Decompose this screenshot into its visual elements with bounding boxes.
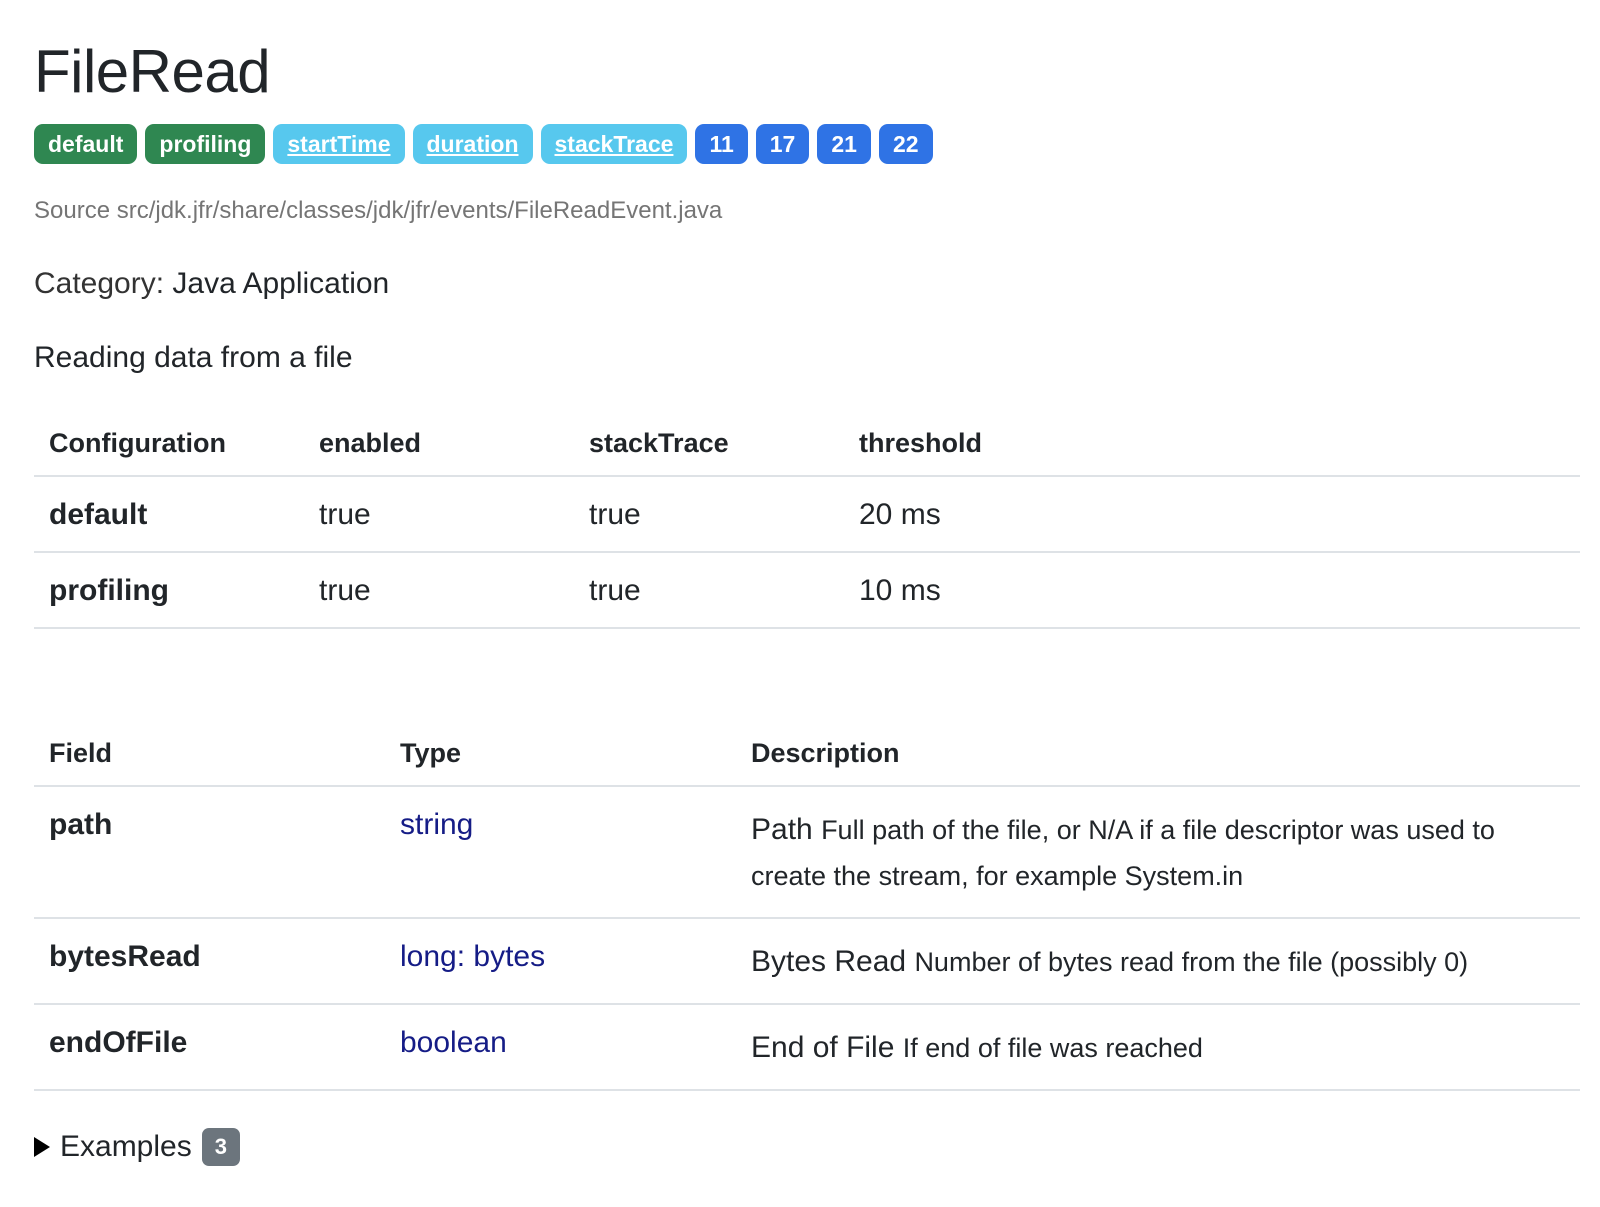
badge-version-11[interactable]: 11 [695,124,748,164]
fields-table: Field Type Description path string Path … [34,722,1580,1091]
config-header-stacktrace: stackTrace [574,412,844,477]
badge-version-21[interactable]: 21 [817,124,871,164]
config-header-row: Configuration enabled stackTrace thresho… [34,412,1580,477]
field-description: Path Full path of the file, or N/A if a … [736,786,1580,919]
examples-toggle[interactable]: Examples 3 [34,1127,1566,1167]
configuration-table: Configuration enabled stackTrace thresho… [34,412,1580,629]
category-line: Category: Java Application [34,266,1566,302]
fields-header-description: Description [736,722,1580,787]
badge-list: default profiling startTime duration sta… [34,124,1566,164]
badge-profiling[interactable]: profiling [145,124,266,164]
config-header-configuration: Configuration [34,412,304,477]
field-type-link[interactable]: boolean [385,1004,736,1091]
config-header-threshold: threshold [844,412,1580,477]
table-row: bytesRead long: bytes Bytes Read Number … [34,918,1580,1005]
category-label: Category: [34,267,165,300]
field-name: endOfFile [34,1004,385,1091]
fields-header-type: Type [385,722,736,787]
field-description-label: Bytes Read [751,945,907,978]
field-type-link[interactable]: long: bytes [385,918,736,1005]
table-row: default true true 20 ms [34,476,1580,553]
disclosure-triangle-icon [34,1137,50,1157]
config-enabled: true [304,476,574,553]
field-description-text: Full path of the file, or N/A if a file … [751,815,1495,891]
config-header-enabled: enabled [304,412,574,477]
field-description: Bytes Read Number of bytes read from the… [736,918,1580,1005]
fields-header-row: Field Type Description [34,722,1580,787]
table-row: profiling true true 10 ms [34,552,1580,629]
table-row: path string Path Full path of the file, … [34,786,1580,919]
badge-stacktrace-link[interactable]: stackTrace [540,124,688,164]
badge-default[interactable]: default [34,124,138,164]
page-title: FileRead [34,38,271,105]
badge-version-22[interactable]: 22 [878,124,933,164]
source-path: Source src/jdk.jfr/share/classes/jdk/jfr… [34,197,723,224]
config-name: profiling [34,552,304,629]
field-description-label: End of File [751,1031,895,1064]
config-stacktrace: true [574,476,844,553]
examples-label: Examples [60,1130,192,1163]
examples-count-badge: 3 [201,1128,240,1166]
field-description-label: Path [751,813,813,846]
event-description: Reading data from a file [34,341,353,374]
badge-duration-link[interactable]: duration [412,124,533,164]
badge-version-17[interactable]: 17 [755,124,810,164]
event-page: FileRead default profiling startTime dur… [0,0,1600,1167]
field-name: path [34,786,385,919]
config-name: default [34,476,304,553]
field-description-text: Number of bytes read from the file (poss… [914,947,1469,977]
table-row: endOfFile boolean End of File If end of … [34,1004,1580,1091]
category-value: Java Application [172,267,390,300]
config-threshold: 20 ms [844,476,1580,553]
field-description: End of File If end of file was reached [736,1004,1580,1091]
field-description-text: If end of file was reached [902,1033,1203,1063]
field-type-link[interactable]: string [385,786,736,919]
fields-header-field: Field [34,722,385,787]
config-enabled: true [304,552,574,629]
config-threshold: 10 ms [844,552,1580,629]
badge-starttime-link[interactable]: startTime [273,124,405,164]
field-name: bytesRead [34,918,385,1005]
config-stacktrace: true [574,552,844,629]
